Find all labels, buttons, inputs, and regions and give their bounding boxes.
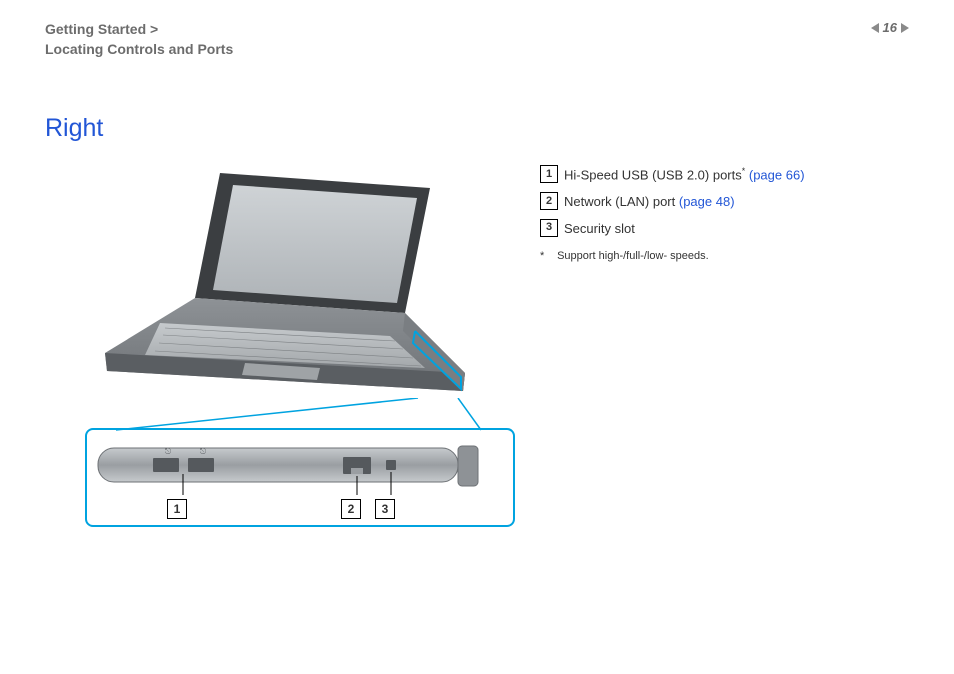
breadcrumb-line-2: Locating Controls and Ports (45, 40, 233, 60)
breadcrumb: Getting Started > Locating Controls and … (45, 20, 233, 59)
figure: ⎋ ⎋ 1 2 3 (85, 163, 515, 527)
legend-text: Hi-Speed USB (USB 2.0) ports* (page 66) (564, 163, 805, 188)
callout-label-2: 2 (341, 499, 361, 519)
section-title: Right (45, 114, 909, 143)
next-page-icon[interactable] (901, 23, 909, 33)
legend-number-box: 1 (540, 165, 558, 183)
footnote: * Support high-/full-/low- speeds. (540, 246, 805, 267)
page-link[interactable]: (page 66) (749, 168, 805, 183)
legend-text: Security slot (564, 217, 635, 242)
legend-text: Network (LAN) port (page 48) (564, 190, 735, 215)
legend-number-box: 2 (540, 192, 558, 210)
legend-item: 3 Security slot (540, 217, 805, 242)
port-detail-box: ⎋ ⎋ 1 2 3 (85, 428, 515, 527)
breadcrumb-line-1: Getting Started > (45, 20, 233, 40)
callout-label-1: 1 (167, 499, 187, 519)
legend-number-box: 3 (540, 219, 558, 237)
legend-item: 2 Network (LAN) port (page 48) (540, 190, 805, 215)
callout-label-3: 3 (375, 499, 395, 519)
page-header: Getting Started > Locating Controls and … (45, 20, 909, 59)
page-number: 16 (883, 20, 897, 35)
side-view-illustration: ⎋ ⎋ (93, 440, 488, 495)
laptop-illustration (85, 163, 485, 418)
content-row: ⎋ ⎋ 1 2 3 1 (45, 163, 909, 527)
prev-page-icon[interactable] (871, 23, 879, 33)
page-number-nav: 16 (871, 20, 909, 35)
legend-item: 1 Hi-Speed USB (USB 2.0) ports* (page 66… (540, 163, 805, 188)
svg-text:⎋: ⎋ (200, 447, 207, 456)
svg-text:⎋: ⎋ (165, 447, 172, 456)
legend: 1 Hi-Speed USB (USB 2.0) ports* (page 66… (540, 163, 805, 266)
page: Getting Started > Locating Controls and … (0, 0, 954, 674)
page-link[interactable]: (page 48) (679, 194, 735, 209)
